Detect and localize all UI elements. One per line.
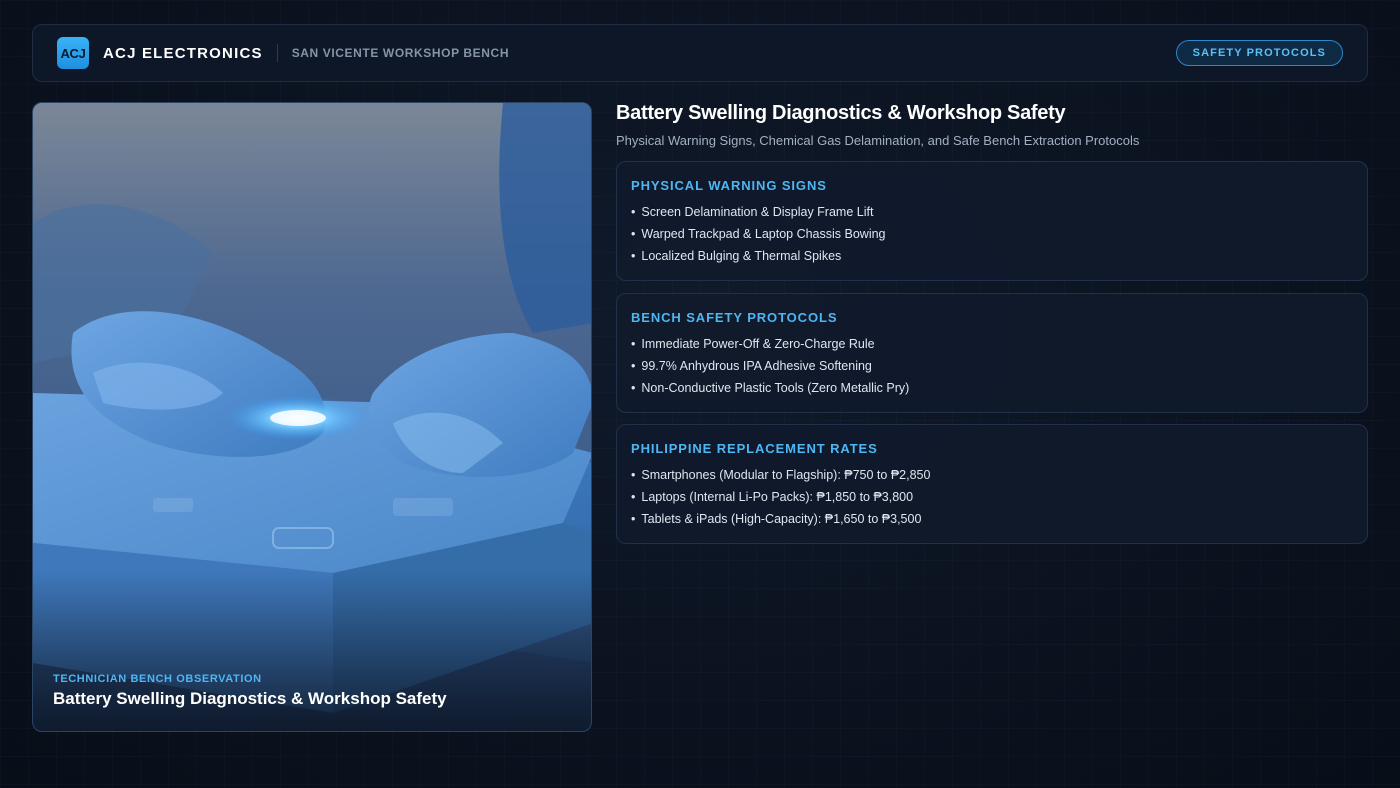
list-item: Tablets & iPads (High-Capacity): ₱1,650 … bbox=[631, 508, 1353, 530]
caption-tag: TECHNICIAN BENCH OBSERVATION bbox=[53, 673, 262, 685]
list-item: Immediate Power-Off & Zero-Charge Rule bbox=[631, 333, 1353, 355]
list-item: Non-Conductive Plastic Tools (Zero Metal… bbox=[631, 377, 1353, 399]
workshop-location: SAN VICENTE WORKSHOP BENCH bbox=[291, 46, 510, 60]
list-item: Laptops (Internal Li-Po Packs): ₱1,850 t… bbox=[631, 486, 1353, 508]
page-title: Battery Swelling Diagnostics & Workshop … bbox=[616, 102, 1066, 124]
safety-protocols-button[interactable]: SAFETY PROTOCOLS bbox=[1175, 40, 1343, 66]
panel-physical-warning-signs: PHYSICAL WARNING SIGNS Screen Delaminati… bbox=[616, 161, 1368, 281]
list-item: Smartphones (Modular to Flagship): ₱750 … bbox=[631, 464, 1353, 486]
page-subtitle: Physical Warning Signs, Chemical Gas Del… bbox=[616, 133, 1140, 148]
panel-title: BENCH SAFETY PROTOCOLS bbox=[631, 310, 838, 325]
list-item: Warped Trackpad & Laptop Chassis Bowing bbox=[631, 223, 1353, 245]
list-item: Screen Delamination & Display Frame Lift bbox=[631, 201, 1353, 223]
top-header: ACJ ACJ ELECTRONICS SAN VICENTE WORKSHOP… bbox=[32, 24, 1368, 82]
panel-title: PHYSICAL WARNING SIGNS bbox=[631, 178, 827, 193]
panel-list: Smartphones (Modular to Flagship): ₱750 … bbox=[631, 464, 1353, 530]
hero-image-card: TECHNICIAN BENCH OBSERVATION Battery Swe… bbox=[32, 102, 592, 732]
panel-replacement-rates: PHILIPPINE REPLACEMENT RATES Smartphones… bbox=[616, 424, 1368, 544]
panel-list: Immediate Power-Off & Zero-Charge Rule 9… bbox=[631, 333, 1353, 399]
panel-list: Screen Delamination & Display Frame Lift… bbox=[631, 201, 1353, 267]
panel-title: PHILIPPINE REPLACEMENT RATES bbox=[631, 441, 878, 456]
brand-name: ACJ ELECTRONICS bbox=[103, 44, 263, 62]
caption-title: Battery Swelling Diagnostics & Workshop … bbox=[53, 689, 447, 708]
panel-bench-safety-protocols: BENCH SAFETY PROTOCOLS Immediate Power-O… bbox=[616, 293, 1368, 413]
list-item: 99.7% Anhydrous IPA Adhesive Softening bbox=[631, 355, 1353, 377]
brand-logo: ACJ bbox=[57, 37, 89, 69]
list-item: Localized Bulging & Thermal Spikes bbox=[631, 245, 1353, 267]
header-divider bbox=[276, 44, 278, 62]
